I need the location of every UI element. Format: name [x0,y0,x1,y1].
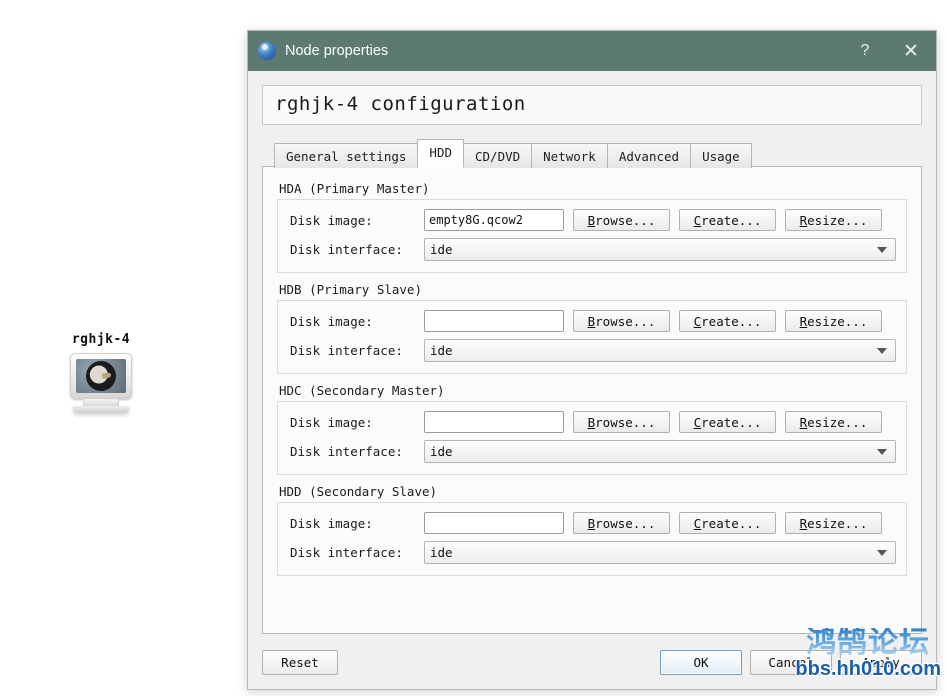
disk-interface-value-hdc: ide [430,444,453,459]
disk-image-row-hdd: Disk image: Browse... Create... Resize..… [290,512,896,534]
resize-label-hdb: esize... [807,313,868,329]
browse-label-hda: rowse... [595,212,656,228]
disk-interface-select-hdc[interactable]: ide [424,440,896,463]
resize-button-hdd[interactable]: Resize... [785,512,882,534]
disk-interface-value-hda: ide [430,242,453,257]
monitor-base [73,406,129,413]
cancel-button[interactable]: Cancel [750,649,832,675]
monitor-stand [83,399,119,406]
disk-image-input-hdd[interactable] [424,512,564,534]
resize-button-hdc[interactable]: Resize... [785,411,882,433]
node-properties-dialog: Node properties ? ✕ rghjk-4 configuratio… [247,30,937,690]
app-globe-icon [258,42,276,60]
group-box-hdb: Disk image: Browse... Create... Resize..… [277,300,907,374]
create-button-hda[interactable]: Create... [679,209,776,231]
tab-general-settings[interactable]: General settings [274,143,419,168]
disk-image-label-hdc: Disk image: [290,414,373,430]
ok-button[interactable]: OK [660,649,742,675]
chevron-down-icon [877,549,887,556]
create-button-hdc[interactable]: Create... [679,411,776,433]
drive-group-hdc: HDC (Secondary Master) Disk image: Brows… [277,383,907,475]
browse-label-hdd: rowse... [595,515,656,531]
dialog-body: rghjk-4 configuration General settings H… [248,71,936,635]
desktop-node-icon[interactable]: rghjk-4 [55,332,147,413]
computer-monitor-icon [70,353,132,413]
disk-interface-label-hda: Disk interface: [290,242,403,257]
group-label-hdc: HDC (Secondary Master) [279,383,445,398]
browse-button-hdc[interactable]: Browse... [573,411,670,433]
drive-group-hda: HDA (Primary Master) Disk image: empty8G… [277,181,907,273]
dialog-titlebar[interactable]: Node properties ? ✕ [248,31,936,71]
disk-interface-select-hdb[interactable]: ide [424,339,896,362]
create-button-hdb[interactable]: Create... [679,310,776,332]
help-button[interactable]: ? [842,31,888,71]
reset-button[interactable]: Reset [262,649,338,675]
browse-label-hdc: rowse... [595,414,656,430]
disk-image-input-hdc[interactable] [424,411,564,433]
resize-label-hdc: esize... [807,414,868,430]
create-label-hdc: reate... [701,414,762,430]
disk-interface-value-hdb: ide [430,343,453,358]
chevron-down-icon [877,448,887,455]
config-header: rghjk-4 configuration [262,85,922,125]
group-label-hdb: HDB (Primary Slave) [279,282,422,297]
chevron-down-icon [877,347,887,354]
monitor-bezel [70,353,132,399]
create-label-hdd: reate... [701,515,762,531]
create-button-hdd[interactable]: Create... [679,512,776,534]
create-label-hdb: reate... [701,313,762,329]
disk-image-label-hdd: Disk image: [290,515,373,531]
group-box-hda: Disk image: empty8G.qcow2 Browse... Crea… [277,199,907,273]
resize-label-hdd: esize... [807,515,868,531]
dialog-title: Node properties [285,43,389,59]
disk-image-input-hda[interactable]: empty8G.qcow2 [424,209,564,231]
disk-interface-row-hdc: Disk interface: ide [290,440,896,463]
hdd-tab-panel: HDA (Primary Master) Disk image: empty8G… [262,166,922,634]
browse-button-hdd[interactable]: Browse... [573,512,670,534]
disk-interface-label-hdb: Disk interface: [290,343,403,358]
browse-label-hdb: rowse... [595,313,656,329]
group-label-hdd: HDD (Secondary Slave) [279,484,438,499]
disk-interface-select-hda[interactable]: ide [424,238,896,261]
disk-interface-select-hdd[interactable]: ide [424,541,896,564]
monitor-screen [76,359,126,393]
node-label: rghjk-4 [71,332,131,347]
disk-interface-label-hdd: Disk interface: [290,545,403,560]
apply-button[interactable]: Apply [840,649,922,675]
tab-network[interactable]: Network [531,143,608,168]
group-label-hda: HDA (Primary Master) [279,181,430,196]
create-label-hda: reate... [701,212,762,228]
group-box-hdc: Disk image: Browse... Create... Resize..… [277,401,907,475]
drive-group-hdd: HDD (Secondary Slave) Disk image: Browse… [277,484,907,576]
tab-strip: General settings HDD CD/DVD Network Adva… [262,139,922,168]
disk-image-row-hdb: Disk image: Browse... Create... Resize..… [290,310,896,332]
tab-advanced[interactable]: Advanced [606,143,692,168]
tab-usage[interactable]: Usage [690,143,752,168]
disk-interface-row-hda: Disk interface: ide [290,238,896,261]
dialog-footer: Reset OK Cancel Apply [248,635,936,689]
group-box-hdd: Disk image: Browse... Create... Resize..… [277,502,907,576]
resize-label-hda: esize... [807,212,868,228]
disk-interface-value-hdd: ide [430,545,453,560]
drive-group-hdb: HDB (Primary Slave) Disk image: Browse..… [277,282,907,374]
resize-button-hda[interactable]: Resize... [785,209,882,231]
disk-interface-row-hdd: Disk interface: ide [290,541,896,564]
disk-image-row-hda: Disk image: empty8G.qcow2 Browse... Crea… [290,209,896,231]
browse-button-hdb[interactable]: Browse... [573,310,670,332]
tab-cd-dvd[interactable]: CD/DVD [463,143,533,168]
resize-button-hdb[interactable]: Resize... [785,310,882,332]
browse-button-hda[interactable]: Browse... [573,209,670,231]
disk-image-row-hdc: Disk image: Browse... Create... Resize..… [290,411,896,433]
disk-image-input-hdb[interactable] [424,310,564,332]
disk-image-label-hda: Disk image: [290,212,373,228]
disk-interface-row-hdb: Disk interface: ide [290,339,896,362]
chevron-down-icon [877,246,887,253]
disk-image-label-hdb: Disk image: [290,313,373,329]
disk-interface-label-hdc: Disk interface: [290,444,403,459]
close-icon[interactable]: ✕ [888,31,934,71]
tab-hdd[interactable]: HDD [417,139,464,167]
